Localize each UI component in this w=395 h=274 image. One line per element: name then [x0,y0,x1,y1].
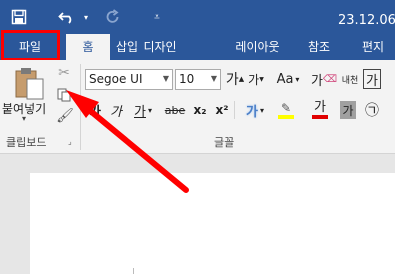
annotation-arrow [66,90,189,193]
